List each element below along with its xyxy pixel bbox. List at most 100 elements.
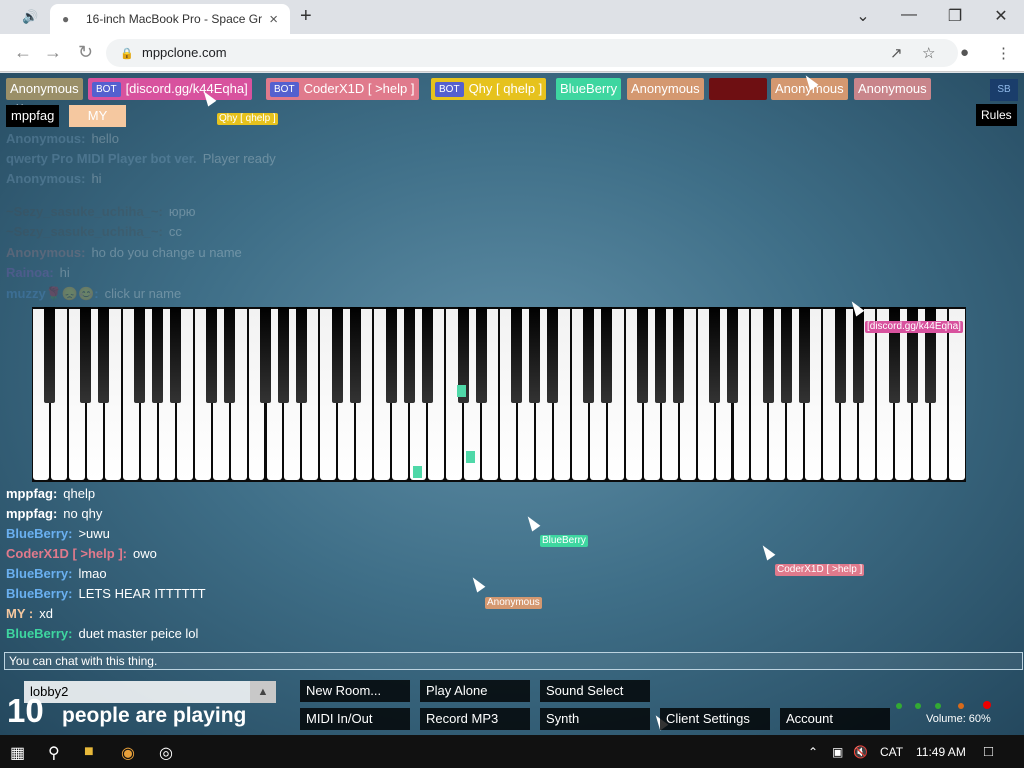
share-icon[interactable]: ↗ — [890, 44, 903, 62]
piano-black-key[interactable] — [798, 307, 810, 403]
chat-message: Rainoa: hi — [6, 265, 70, 280]
sb-icon[interactable]: SB — [990, 79, 1018, 101]
folder-icon[interactable]: ■ — [84, 743, 94, 761]
language-indicator[interactable]: CAT — [880, 745, 903, 759]
bot-badge: BOT — [435, 82, 464, 97]
browser-titlebar: 🔊 ● 16-inch MacBook Pro - Space Gr × + ⌄… — [0, 0, 1024, 34]
close-tab-icon[interactable]: × — [269, 11, 278, 28]
sound-select-button[interactable]: Sound Select — [540, 680, 650, 702]
url-field[interactable]: mppclone.com — [106, 39, 958, 67]
player-unnamed[interactable] — [709, 78, 767, 100]
back-icon[interactable]: ← — [14, 42, 32, 63]
cursor-tag-qhy: Qhy [ qhelp ] — [217, 113, 278, 125]
piano-black-key[interactable] — [403, 307, 415, 403]
chat-message: Anonymous: hi — [6, 171, 102, 186]
piano-black-key[interactable] — [98, 307, 110, 403]
piano-black-key[interactable] — [762, 307, 774, 403]
player-anonymous-2[interactable]: Anonymous — [627, 78, 704, 100]
network-icon[interactable]: ▣ — [832, 745, 843, 759]
player-my[interactable]: MY — [69, 105, 126, 127]
browser-tab[interactable]: ● 16-inch MacBook Pro - Space Gr × — [50, 4, 290, 34]
piano-black-key[interactable] — [224, 307, 236, 403]
piano-black-key[interactable] — [295, 307, 307, 403]
piano-black-key[interactable] — [673, 307, 685, 403]
room-selector[interactable]: lobby2 ▲ — [24, 681, 276, 703]
player-count-text: people are playing — [62, 704, 247, 727]
piano-black-key[interactable] — [655, 307, 667, 403]
piano-black-key[interactable] — [331, 307, 343, 403]
mute-icon[interactable]: 🔇 — [853, 745, 868, 759]
record-indicator[interactable] — [983, 701, 991, 709]
piano-black-key[interactable] — [80, 307, 92, 403]
maximize-button[interactable]: ❐ — [943, 6, 967, 26]
rules-button[interactable]: Rules — [976, 104, 1017, 126]
piano-black-key[interactable] — [206, 307, 218, 403]
piano-black-key[interactable] — [260, 307, 271, 403]
piano-black-key[interactable] — [547, 307, 559, 403]
volume-label: Volume: 60% — [926, 713, 991, 725]
chat-input[interactable]: You can chat with this thing. — [4, 652, 1023, 670]
piano-black-key[interactable] — [152, 307, 164, 403]
room-arrow-icon[interactable]: ▲ — [250, 681, 276, 703]
app-icon[interactable]: ◎ — [159, 743, 173, 763]
chat-message: MY : xd — [6, 606, 53, 621]
record-mp3-button[interactable]: Record MP3 — [420, 708, 530, 730]
piano-black-key[interactable] — [421, 307, 433, 403]
player-qhy-bot[interactable]: BOT Qhy [ qhelp ] — [431, 78, 547, 100]
my-player-name[interactable]: mppfag — [6, 105, 60, 127]
account-button[interactable]: Account — [780, 708, 890, 730]
new-tab-button[interactable]: + — [300, 5, 312, 28]
player-coderx1d-bot[interactable]: BOT CoderX1D [ >help ] — [266, 78, 419, 100]
reload-icon[interactable]: ↻ — [78, 42, 93, 63]
chat-message: CoderX1D [ >help ]: owo — [6, 546, 157, 561]
piano-black-key[interactable] — [277, 307, 289, 403]
player-anonymous-4[interactable]: Anonymous — [854, 78, 931, 100]
player-discord-bot[interactable]: BOT [discord.gg/k44Eqha] — [88, 78, 252, 100]
synth-button[interactable]: Synth — [540, 708, 650, 730]
piano-black-key[interactable] — [637, 307, 649, 403]
piano-black-key[interactable] — [529, 307, 541, 403]
piano-black-key[interactable] — [385, 307, 397, 403]
player-count-number: 10 — [7, 692, 44, 729]
search-icon[interactable]: ⚲ — [48, 743, 60, 763]
piano-black-key[interactable] — [852, 307, 864, 403]
piano-black-key[interactable] — [583, 307, 595, 403]
minimize-button[interactable]: — — [897, 6, 921, 24]
clock[interactable]: 11:49 AM — [916, 745, 966, 759]
volume-knob[interactable] — [958, 703, 964, 709]
chrome-icon[interactable]: ◉ — [121, 743, 135, 763]
play-alone-button[interactable]: Play Alone — [420, 680, 530, 702]
piano-black-key[interactable] — [44, 307, 56, 403]
client-settings-button[interactable]: Client Settings — [660, 708, 770, 730]
piano-black-key[interactable] — [834, 307, 846, 403]
mpp-app: Anonymous BOT [discord.gg/k44Eqha] BOT Cod… — [0, 73, 1024, 735]
chevron-down-icon[interactable]: ⌄ — [851, 6, 875, 26]
address-bar: ← → ↻ mppclone.com 🔒 ↗ ☆ ● ⋮ — [0, 34, 1024, 72]
tray-chevron-icon[interactable]: ⌃ — [808, 745, 818, 759]
chat-message: mppfag: no qhy — [6, 506, 103, 521]
new-room-button[interactable]: New Room... — [300, 680, 410, 702]
windows-start-icon[interactable]: ▦ — [10, 743, 25, 763]
piano-black-key[interactable] — [475, 307, 487, 403]
notification-icon[interactable]: □ — [984, 743, 993, 760]
close-window-button[interactable]: ✕ — [989, 6, 1013, 26]
piano-keyboard[interactable] — [32, 307, 966, 482]
forward-icon[interactable]: → — [44, 42, 62, 63]
star-icon[interactable]: ☆ — [922, 44, 935, 62]
piano-black-key[interactable] — [780, 307, 792, 403]
piano-black-key[interactable] — [134, 307, 146, 403]
lock-icon[interactable]: 🔒 — [120, 47, 134, 60]
piano-black-key[interactable] — [727, 307, 738, 403]
piano-black-key[interactable] — [170, 307, 182, 403]
piano-black-key[interactable] — [709, 307, 721, 403]
piano-white-key[interactable] — [949, 309, 965, 480]
piano-black-key[interactable] — [601, 307, 613, 403]
midi-button[interactable]: MIDI In/Out — [300, 708, 410, 730]
profile-icon[interactable]: ● — [960, 44, 969, 61]
player-blueberry[interactable]: BlueBerry — [556, 78, 622, 100]
speaker-icon[interactable]: 🔊 — [22, 9, 38, 25]
menu-icon[interactable]: ⋮ — [996, 44, 1011, 62]
piano-black-key[interactable] — [349, 307, 361, 403]
player-anonymous-1[interactable]: Anonymous — [6, 78, 83, 100]
piano-black-key[interactable] — [511, 307, 523, 403]
